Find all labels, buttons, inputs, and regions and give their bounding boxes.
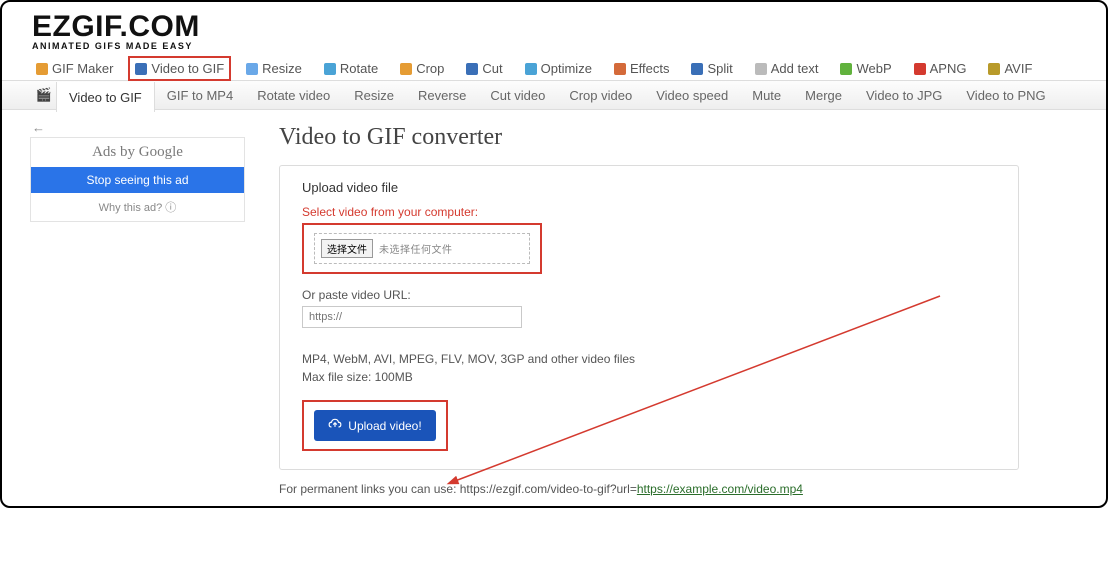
upload-button-highlight: Upload video! — [302, 400, 448, 451]
cloud-upload-icon — [328, 418, 342, 433]
nav-label: AVIF — [1004, 61, 1032, 76]
nav-icon — [840, 63, 852, 75]
site-header: EZGIF.COM ANIMATED GIFS MADE EASY — [2, 2, 1106, 53]
subnav-tab-mute[interactable]: Mute — [740, 81, 793, 109]
nav-item-rotate[interactable]: Rotate — [320, 59, 382, 78]
nav-icon — [614, 63, 626, 75]
subnav-tab-resize[interactable]: Resize — [342, 81, 406, 109]
nav-item-effects[interactable]: Effects — [610, 59, 674, 78]
primary-nav: GIF Maker Video to GIF Resize Rotate Crop Cut… — [2, 53, 1106, 80]
nav-label: Optimize — [541, 61, 592, 76]
video-url-input[interactable] — [302, 306, 522, 328]
secondary-nav: 🎬 Video to GIFGIF to MP4Rotate videoResi… — [2, 80, 1106, 110]
subnav-tab-video-to-jpg[interactable]: Video to JPG — [854, 81, 954, 109]
nav-label: APNG — [930, 61, 967, 76]
subnav-tab-video-to-png[interactable]: Video to PNG — [954, 81, 1057, 109]
nav-label: Add text — [771, 61, 819, 76]
subnav-tab-crop-video[interactable]: Crop video — [557, 81, 644, 109]
nav-icon — [914, 63, 926, 75]
nav-icon — [400, 63, 412, 75]
nav-icon — [466, 63, 478, 75]
nav-item-webp[interactable]: WebP — [836, 59, 895, 78]
subnav-tab-video-to-gif[interactable]: Video to GIF — [56, 82, 155, 112]
formats-line: MP4, WebM, AVI, MPEG, FLV, MOV, 3GP and … — [302, 350, 996, 368]
file-status-text: 未选择任何文件 — [379, 241, 453, 256]
nav-item-apng[interactable]: APNG — [910, 59, 971, 78]
file-select-highlight: 选择文件 未选择任何文件 — [302, 223, 542, 274]
select-video-label: Select video from your computer: — [302, 205, 996, 219]
formats-info: MP4, WebM, AVI, MPEG, FLV, MOV, 3GP and … — [302, 350, 996, 386]
upload-section-label: Upload video file — [302, 180, 996, 195]
nav-icon — [246, 63, 258, 75]
subnav-tab-reverse[interactable]: Reverse — [406, 81, 478, 109]
nav-item-add-text[interactable]: Add text — [751, 59, 823, 78]
nav-icon — [36, 63, 48, 75]
permalink-example-link[interactable]: https://example.com/video.mp4 — [637, 482, 803, 496]
nav-item-resize[interactable]: Resize — [242, 59, 306, 78]
nav-label: Cut — [482, 61, 502, 76]
subnav-tab-merge[interactable]: Merge — [793, 81, 854, 109]
max-size-line: Max file size: 100MB — [302, 368, 996, 386]
upload-video-button[interactable]: Upload video! — [314, 410, 436, 441]
nav-label: Rotate — [340, 61, 378, 76]
nav-icon — [135, 63, 147, 75]
nav-label: Split — [707, 61, 732, 76]
paste-url-label: Or paste video URL: — [302, 288, 996, 302]
file-input-wrapper[interactable]: 选择文件 未选择任何文件 — [314, 233, 530, 264]
why-ad-link[interactable]: Why this ad? ⓘ — [31, 193, 244, 221]
upload-card: Upload video file Select video from your… — [279, 165, 1019, 470]
nav-item-crop[interactable]: Crop — [396, 59, 448, 78]
nav-item-gif-maker[interactable]: GIF Maker — [32, 59, 117, 78]
nav-label: Crop — [416, 61, 444, 76]
site-logo[interactable]: EZGIF.COM — [32, 10, 1076, 44]
main-content: Video to GIF converter Upload video file… — [245, 118, 1078, 496]
nav-icon — [324, 63, 336, 75]
nav-item-avif[interactable]: AVIF — [984, 59, 1036, 78]
nav-icon — [755, 63, 767, 75]
ads-box: Ads by Google Stop seeing this ad Why th… — [30, 137, 245, 222]
subnav-tab-gif-to-mp4[interactable]: GIF to MP4 — [155, 81, 245, 109]
nav-icon — [691, 63, 703, 75]
site-tagline: ANIMATED GIFS MADE EASY — [32, 41, 1076, 51]
nav-item-optimize[interactable]: Optimize — [521, 59, 596, 78]
clapperboard-icon: 🎬 — [32, 81, 56, 109]
permalink-hint: For permanent links you can use: https:/… — [279, 482, 1078, 496]
permalink-prefix: For permanent links you can use: https:/… — [279, 482, 637, 496]
subnav-tab-video-speed[interactable]: Video speed — [644, 81, 740, 109]
nav-label: Video to GIF — [151, 61, 224, 76]
nav-item-split[interactable]: Split — [687, 59, 736, 78]
nav-icon — [988, 63, 1000, 75]
ads-title: Ads by Google — [31, 138, 244, 167]
sidebar: ← Ads by Google Stop seeing this ad Why … — [30, 118, 245, 496]
page-title: Video to GIF converter — [279, 124, 1078, 151]
nav-item-cut[interactable]: Cut — [462, 59, 506, 78]
nav-label: WebP — [856, 61, 891, 76]
nav-icon — [525, 63, 537, 75]
nav-label: Resize — [262, 61, 302, 76]
subnav-tab-rotate-video[interactable]: Rotate video — [245, 81, 342, 109]
stop-ad-button[interactable]: Stop seeing this ad — [31, 167, 244, 193]
upload-button-label: Upload video! — [348, 419, 421, 433]
back-arrow-icon[interactable]: ← — [32, 120, 245, 135]
nav-label: GIF Maker — [52, 61, 113, 76]
choose-file-button[interactable]: 选择文件 — [321, 239, 373, 258]
nav-label: Effects — [630, 61, 670, 76]
subnav-tab-cut-video[interactable]: Cut video — [478, 81, 557, 109]
nav-item-video-to-gif[interactable]: Video to GIF — [131, 59, 228, 78]
